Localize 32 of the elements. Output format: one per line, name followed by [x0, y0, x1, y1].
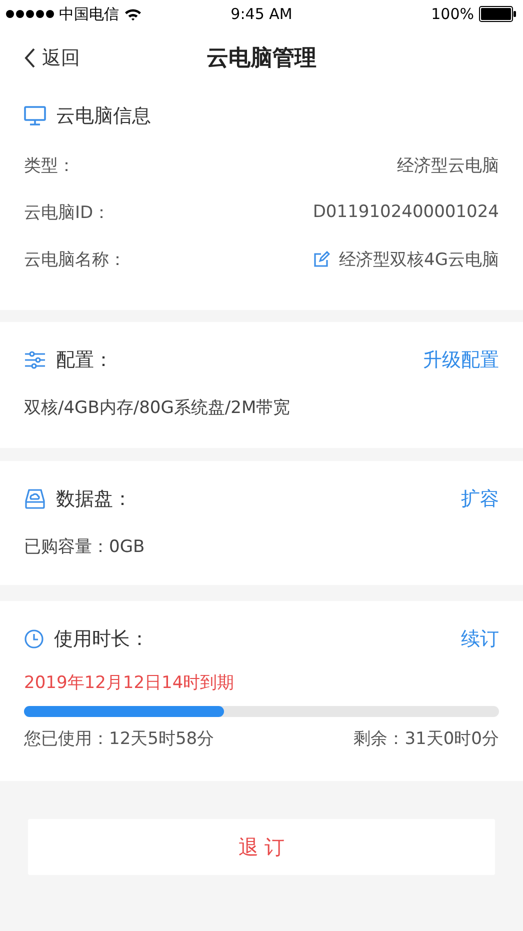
upgrade-link[interactable]: 升级配置 [423, 347, 499, 373]
expand-link[interactable]: 扩容 [461, 486, 499, 512]
edit-icon[interactable] [313, 250, 330, 268]
section-title: 数据盘： [56, 487, 133, 512]
carrier-name: 中国电信 [59, 4, 119, 24]
section-title: 云电脑信息 [56, 104, 152, 129]
used-time: 您已使用：12天5时58分 [24, 728, 214, 750]
battery-icon [479, 6, 517, 22]
back-button[interactable]: 返回 [0, 45, 80, 71]
chevron-left-icon [24, 47, 36, 69]
remaining-time: 剩余：31天0时0分 [354, 728, 499, 750]
renew-link[interactable]: 续订 [461, 626, 499, 652]
clock-icon [24, 629, 44, 649]
field-label: 云电脑名称： [24, 248, 126, 270]
section-title: 配置： [56, 348, 114, 373]
field-value: 经济型云电脑 [397, 154, 499, 176]
field-label: 类型： [24, 154, 75, 176]
field-label: 云电脑ID： [24, 202, 110, 224]
signal-icon [6, 10, 54, 18]
page-title: 云电脑管理 [206, 45, 316, 73]
capacity-text: 已购容量：0GB [24, 536, 146, 558]
config-text: 双核/4GB内存/80G系统盘/2M带宽 [24, 397, 292, 419]
sliders-icon [24, 350, 46, 370]
field-value: D0119102400001024 [312, 202, 499, 222]
unsubscribe-button[interactable]: 退 订 [28, 819, 495, 875]
monitor-icon [24, 106, 46, 126]
wifi-icon [124, 8, 142, 20]
expiry-text: 2019年12月12日14时到期 [24, 672, 236, 694]
field-value: 经济型双核4G云电脑 [339, 248, 499, 270]
clock-time: 9:45 AM [230, 5, 292, 23]
battery-percent: 100% [431, 5, 474, 23]
section-title: 使用时长： [54, 627, 150, 652]
